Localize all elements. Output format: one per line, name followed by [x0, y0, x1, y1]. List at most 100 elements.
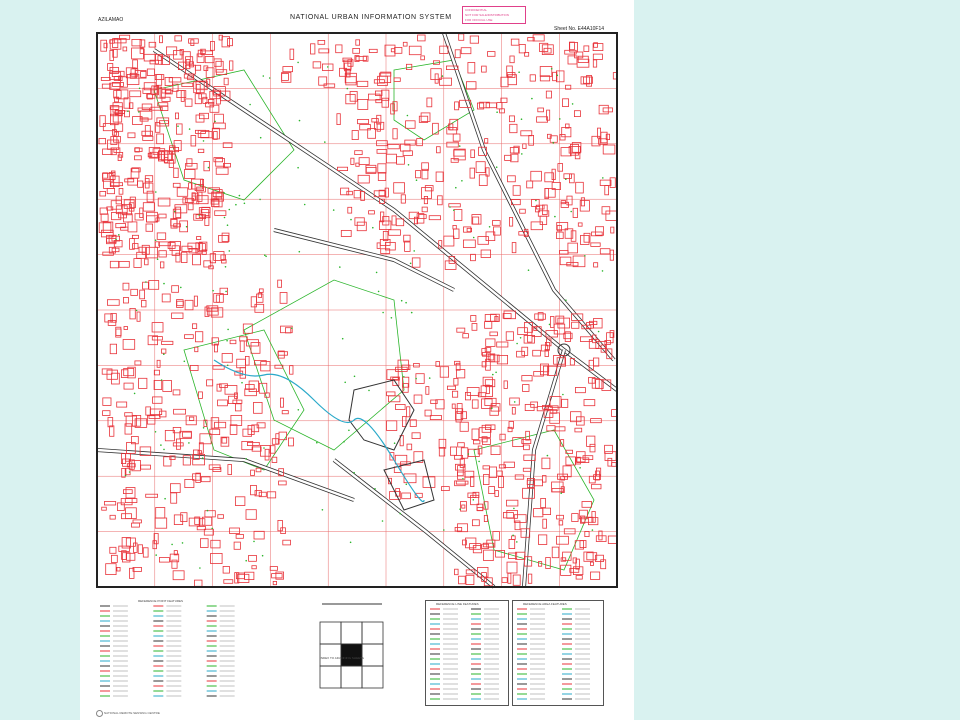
stamp-line-1: CONFIDENTIAL [465, 8, 488, 12]
building [570, 230, 577, 242]
building [471, 214, 482, 225]
tree-point [180, 286, 182, 289]
building [235, 533, 244, 539]
building [376, 149, 388, 154]
building [441, 486, 450, 492]
building [156, 133, 165, 145]
building [232, 399, 243, 404]
building [581, 501, 592, 508]
building [200, 131, 213, 139]
building [604, 444, 613, 454]
building [589, 443, 596, 453]
building [130, 288, 138, 296]
building [210, 539, 221, 549]
building [139, 207, 144, 219]
building [356, 221, 367, 232]
building [582, 76, 593, 84]
index-cell [340, 643, 363, 667]
building [127, 221, 138, 233]
building [469, 35, 480, 44]
building [572, 255, 586, 268]
building [196, 83, 201, 94]
building [562, 465, 572, 478]
building [251, 424, 260, 433]
building [602, 107, 613, 113]
tree-point [297, 166, 299, 169]
tree-point [562, 393, 564, 396]
building [170, 492, 178, 504]
building [481, 543, 490, 549]
building [145, 223, 153, 232]
building [420, 55, 425, 61]
tree-point [173, 210, 176, 213]
building [189, 416, 195, 421]
tree-point [133, 392, 136, 395]
building [518, 43, 526, 54]
building [487, 51, 496, 57]
tree-point [520, 118, 523, 120]
building [158, 213, 167, 219]
tree-point [478, 460, 480, 463]
building [542, 365, 550, 373]
tree-point [449, 206, 451, 208]
tree-point [177, 125, 179, 127]
tree-point [597, 330, 600, 333]
building [279, 292, 288, 304]
building [555, 70, 565, 83]
building [586, 435, 596, 447]
vegetation-outline [243, 279, 405, 451]
building [523, 444, 530, 451]
building [253, 530, 265, 540]
building [192, 323, 198, 329]
building [122, 46, 128, 52]
building [156, 359, 161, 368]
building [253, 360, 267, 366]
tree-point [415, 377, 417, 380]
building [477, 445, 483, 455]
tree-point [565, 299, 567, 302]
building [151, 322, 164, 333]
building [158, 250, 167, 258]
tree-point [535, 199, 537, 202]
tree-point [245, 559, 247, 562]
building [123, 382, 134, 390]
building [258, 288, 264, 293]
building [574, 427, 583, 433]
tree-point [228, 250, 231, 252]
tree-point [405, 483, 408, 486]
tree-point [155, 554, 157, 556]
building [395, 403, 406, 410]
building [248, 380, 259, 393]
building [429, 415, 442, 420]
tree-point [560, 492, 562, 495]
building [229, 527, 240, 534]
building [215, 294, 221, 303]
building [134, 213, 144, 221]
building [197, 148, 205, 153]
building [496, 341, 509, 348]
tree-point [428, 377, 431, 379]
building [223, 77, 229, 86]
tree-point [350, 218, 352, 221]
building [451, 390, 459, 398]
building [395, 218, 405, 227]
building [222, 566, 230, 574]
building [356, 80, 369, 87]
building [200, 476, 211, 483]
building [159, 35, 163, 44]
tree-point [413, 250, 416, 252]
building [194, 579, 203, 587]
tree-point [527, 269, 530, 271]
tree-point [579, 467, 581, 469]
building [469, 543, 481, 550]
building [579, 540, 587, 548]
building [561, 127, 572, 138]
building [545, 557, 551, 569]
building [470, 315, 477, 322]
building [584, 530, 590, 537]
building [379, 72, 392, 83]
building [106, 187, 115, 195]
building [248, 555, 257, 562]
building [176, 187, 189, 197]
building [164, 77, 173, 87]
